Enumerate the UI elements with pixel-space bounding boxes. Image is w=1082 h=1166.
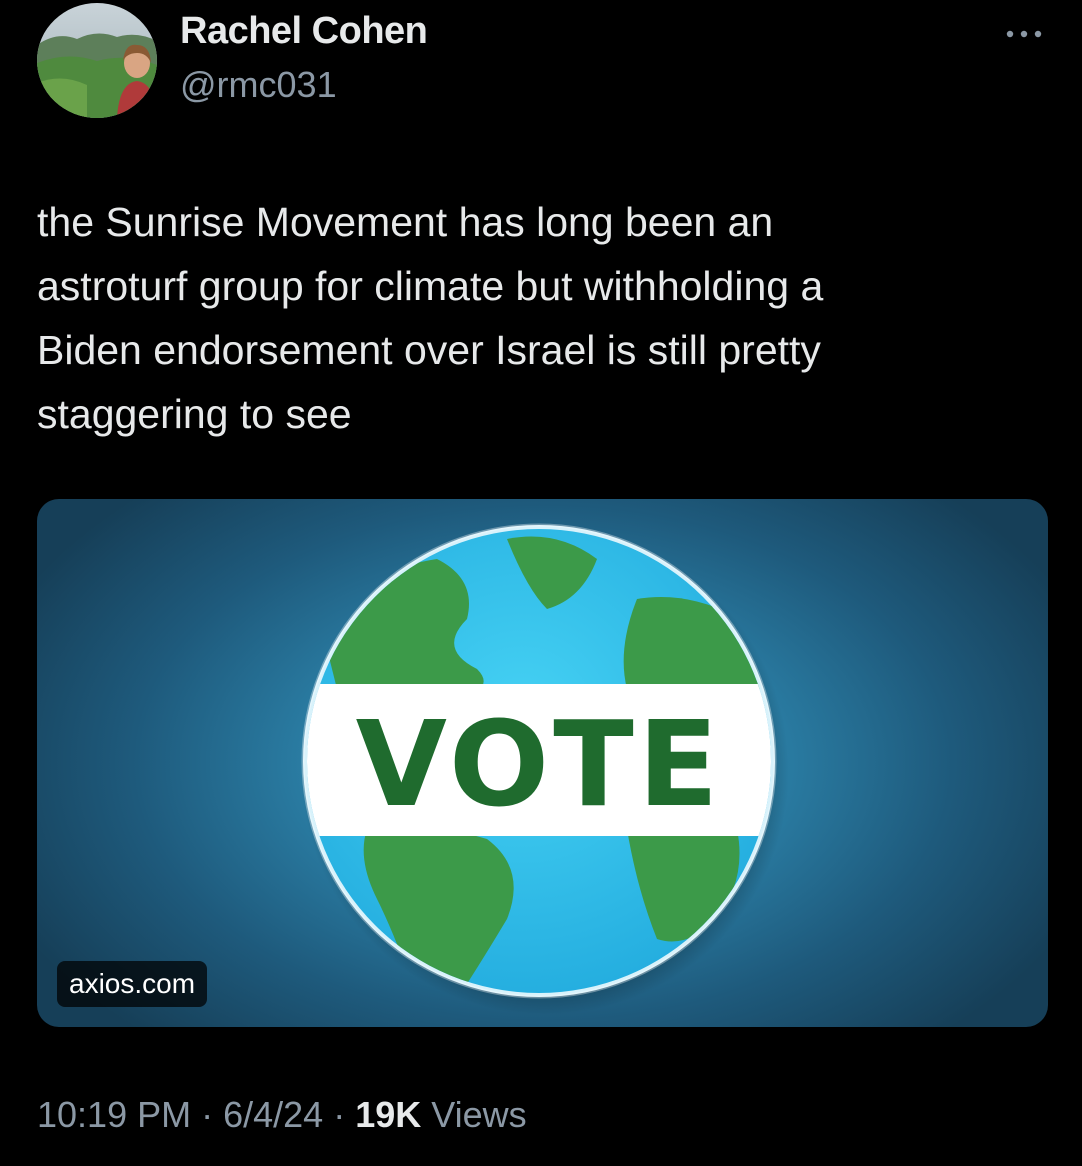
tweet-date[interactable]: 6/4/24 bbox=[223, 1094, 323, 1135]
more-options-button[interactable] bbox=[1000, 16, 1048, 52]
views-count: 19K bbox=[355, 1094, 422, 1135]
author-name[interactable]: Rachel Cohen bbox=[180, 10, 428, 53]
vote-globe-button-image: VOTE bbox=[301, 523, 789, 1015]
author-handle[interactable]: @rmc031 bbox=[180, 64, 337, 106]
views-label: Views bbox=[421, 1094, 527, 1135]
vote-label: VOTE bbox=[356, 695, 723, 833]
tweet: Rachel Cohen @rmc031 the Sunrise Movemen… bbox=[0, 0, 1082, 1166]
tweet-metadata: 10:19 PM · 6/4/24 · 19K Views bbox=[37, 1094, 527, 1136]
link-domain-badge[interactable]: axios.com bbox=[57, 961, 208, 1007]
separator-dot: · bbox=[323, 1094, 356, 1135]
profile-photo-icon bbox=[37, 3, 157, 118]
ellipsis-icon bbox=[1006, 30, 1042, 38]
separator-dot: · bbox=[191, 1094, 224, 1135]
tweet-text: the Sunrise Movement has long been an as… bbox=[37, 199, 824, 437]
avatar[interactable] bbox=[37, 3, 157, 118]
tweet-time[interactable]: 10:19 PM bbox=[37, 1094, 191, 1135]
link-card-image[interactable]: VOTE axios.com bbox=[37, 499, 1048, 1027]
